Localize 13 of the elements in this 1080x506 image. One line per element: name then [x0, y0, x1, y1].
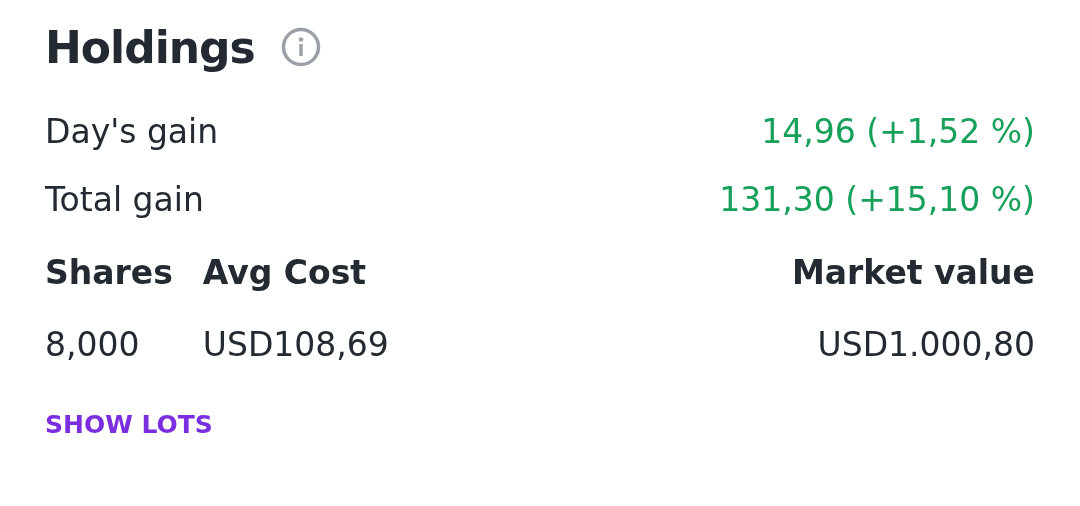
column-header: Market value: [790, 252, 1035, 294]
holding-value: USD108,69: [202, 324, 389, 366]
holding-value: USD1.000,80: [816, 324, 1035, 366]
column-header: Shares: [45, 252, 173, 294]
gain-label: Total gain: [45, 179, 204, 221]
section-title: Holdings: [45, 21, 255, 73]
gain-value: 131,30 (+15,10 %): [719, 179, 1035, 221]
column-header: Avg Cost: [202, 252, 368, 294]
info-icon[interactable]: [280, 27, 321, 67]
holding-value: 8,000: [45, 324, 141, 366]
gain-label: Day's gain: [45, 111, 219, 153]
show-lots-link[interactable]: SHOW LOTS: [45, 410, 213, 439]
gain-value: 14,96 (+1,52 %): [761, 111, 1035, 153]
